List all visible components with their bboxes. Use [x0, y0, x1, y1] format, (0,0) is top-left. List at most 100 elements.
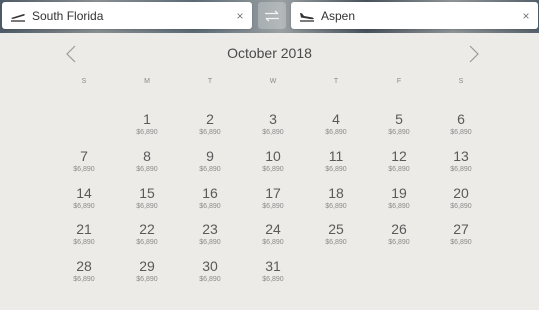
day-number: 18 — [328, 185, 344, 201]
calendar-day[interactable]: 26 $6,890 — [374, 221, 424, 248]
day-number: 15 — [139, 185, 155, 201]
calendar-day[interactable]: 23 $6,890 — [185, 221, 235, 248]
calendar-day[interactable]: 21 $6,890 — [59, 221, 109, 248]
calendar-day[interactable]: 6 $6,890 — [436, 111, 486, 138]
day-number: 30 — [202, 258, 218, 274]
weekday-header: W — [269, 78, 277, 85]
day-number: 29 — [139, 258, 155, 274]
day-price: $6,890 — [388, 203, 410, 210]
calendar-day[interactable]: 13 $6,890 — [436, 148, 486, 175]
day-price: $6,890 — [388, 239, 410, 246]
day-price: $6,890 — [73, 203, 95, 210]
weekday-header: M — [144, 78, 150, 85]
calendar-day[interactable]: 24 $6,890 — [248, 221, 298, 248]
day-price: $6,890 — [136, 239, 158, 246]
calendar-day[interactable]: 11 $6,890 — [311, 148, 361, 175]
calendar-day[interactable]: 3 $6,890 — [248, 111, 298, 138]
calendar-day[interactable]: 4 $6,890 — [311, 111, 361, 138]
calendar-day[interactable]: 31 $6,890 — [248, 258, 298, 285]
calendar-day[interactable]: 5 $6,890 — [374, 111, 424, 138]
day-price: $6,890 — [325, 166, 347, 173]
day-price: $6,890 — [199, 166, 221, 173]
calendar-day[interactable]: 2 $6,890 — [185, 111, 235, 138]
calendar-day[interactable]: 10 $6,890 — [248, 148, 298, 175]
calendar-day[interactable]: 28 $6,890 — [59, 258, 109, 285]
origin-field[interactable]: South Florida × — [2, 2, 252, 29]
day-number: 12 — [391, 148, 407, 164]
calendar-day[interactable]: 20 $6,890 — [436, 185, 486, 212]
day-price: $6,890 — [136, 129, 158, 136]
day-price: $6,890 — [73, 166, 95, 173]
weekday-header: T — [207, 78, 213, 85]
calendar-day[interactable]: 16 $6,890 — [185, 185, 235, 212]
day-number: 22 — [139, 221, 155, 237]
day-price: $6,890 — [73, 276, 95, 283]
day-number: 20 — [453, 185, 469, 201]
day-price: $6,890 — [450, 203, 472, 210]
calendar-day[interactable]: 25 $6,890 — [311, 221, 361, 248]
calendar-grid: S M T W T F S 1 $6,890 2 $6,890 3 $6,890 4 $6,890 5 $6,8… — [0, 33, 539, 310]
day-price: $6,890 — [73, 239, 95, 246]
clear-destination-button[interactable]: × — [520, 9, 532, 23]
day-price: $6,890 — [136, 203, 158, 210]
calendar-day[interactable]: 15 $6,890 — [122, 185, 172, 212]
day-price: $6,890 — [262, 276, 284, 283]
day-price: $6,890 — [199, 129, 221, 136]
clear-origin-button[interactable]: × — [234, 9, 246, 23]
weekday-header: S — [458, 78, 464, 85]
day-number: 6 — [457, 111, 465, 127]
calendar-day[interactable]: 22 $6,890 — [122, 221, 172, 248]
day-number: 9 — [206, 148, 214, 164]
day-number: 13 — [453, 148, 469, 164]
day-number: 4 — [332, 111, 340, 127]
calendar-day[interactable]: 12 $6,890 — [374, 148, 424, 175]
day-number: 17 — [265, 185, 281, 201]
day-number: 5 — [395, 111, 403, 127]
calendar-day[interactable]: 17 $6,890 — [248, 185, 298, 212]
calendar-day[interactable]: 7 $6,890 — [59, 148, 109, 175]
day-number: 21 — [76, 221, 92, 237]
calendar-day[interactable]: 29 $6,890 — [122, 258, 172, 285]
calendar-day[interactable]: 9 $6,890 — [185, 148, 235, 175]
day-price: $6,890 — [325, 129, 347, 136]
day-number: 19 — [391, 185, 407, 201]
day-number: 14 — [76, 185, 92, 201]
day-number: 28 — [76, 258, 92, 274]
day-number: 23 — [202, 221, 218, 237]
day-number: 26 — [391, 221, 407, 237]
weekday-header: S — [81, 78, 87, 85]
calendar-day[interactable]: 30 $6,890 — [185, 258, 235, 285]
weekday-header: F — [396, 78, 402, 85]
origin-value: South Florida — [32, 8, 104, 23]
day-price: $6,890 — [262, 129, 284, 136]
calendar-day[interactable]: 1 $6,890 — [122, 111, 172, 138]
day-price: $6,890 — [136, 166, 158, 173]
day-number: 25 — [328, 221, 344, 237]
day-number: 1 — [143, 111, 151, 127]
calendar-day[interactable]: 19 $6,890 — [374, 185, 424, 212]
day-price: $6,890 — [262, 166, 284, 173]
destination-value: Aspen — [321, 8, 356, 23]
plane-departure-icon — [10, 10, 26, 22]
swap-destinations-button[interactable] — [258, 2, 286, 29]
day-price: $6,890 — [199, 239, 221, 246]
day-price: $6,890 — [325, 203, 347, 210]
day-price: $6,890 — [450, 129, 472, 136]
calendar-day[interactable]: 8 $6,890 — [122, 148, 172, 175]
day-price: $6,890 — [388, 129, 410, 136]
day-number: 10 — [265, 148, 281, 164]
swap-arrows-icon — [265, 10, 279, 21]
day-price: $6,890 — [388, 166, 410, 173]
day-price: $6,890 — [450, 239, 472, 246]
day-price: $6,890 — [450, 166, 472, 173]
day-number: 3 — [269, 111, 277, 127]
day-price: $6,890 — [199, 203, 221, 210]
plane-arrival-icon — [299, 10, 315, 22]
destination-field[interactable]: Aspen × — [291, 2, 538, 29]
day-number: 8 — [143, 148, 151, 164]
calendar-day[interactable]: 27 $6,890 — [436, 221, 486, 248]
calendar-day[interactable]: 14 $6,890 — [59, 185, 109, 212]
date-picker-calendar: October 2018 S M T W T F S 1 $6,890 2 $6,890 3 $6,89… — [0, 33, 539, 310]
calendar-day[interactable]: 18 $6,890 — [311, 185, 361, 212]
weekday-header: T — [333, 78, 339, 85]
